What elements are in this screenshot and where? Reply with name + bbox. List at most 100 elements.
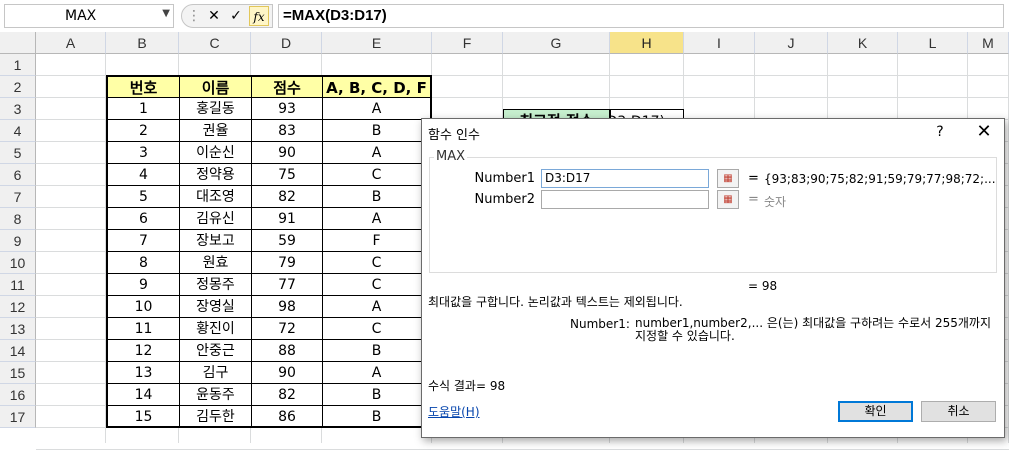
- row-header-6[interactable]: 6: [0, 164, 36, 186]
- table-cell-grade[interactable]: B: [322, 384, 432, 406]
- row-header-11[interactable]: 11: [0, 274, 36, 296]
- row-header-1[interactable]: 1: [0, 54, 36, 76]
- table-cell-score[interactable]: 88: [251, 340, 322, 362]
- table-cell-name[interactable]: 윤동주: [179, 384, 251, 406]
- table-cell-name[interactable]: 홍길동: [179, 98, 251, 120]
- table-cell-name[interactable]: 장영실: [179, 296, 251, 318]
- chevron-down-icon[interactable]: ▼: [162, 8, 170, 19]
- table-cell-score[interactable]: 98: [251, 296, 322, 318]
- table-cell-name[interactable]: 김구: [179, 362, 251, 384]
- table-cell-score[interactable]: 93: [251, 98, 322, 120]
- help-link[interactable]: 도움말(H): [428, 403, 480, 420]
- table-cell-grade[interactable]: A: [322, 98, 432, 120]
- table-cell-number[interactable]: 15: [106, 406, 179, 428]
- table-cell-grade[interactable]: B: [322, 120, 432, 142]
- row-header-10[interactable]: 10: [0, 252, 36, 274]
- table-cell-score[interactable]: 90: [251, 362, 322, 384]
- formula-input[interactable]: =MAX(D3:D17): [278, 4, 1004, 28]
- table-cell-number[interactable]: 10: [106, 296, 179, 318]
- table-cell-name[interactable]: 정몽주: [179, 274, 251, 296]
- column-header-f[interactable]: F: [432, 32, 503, 54]
- table-cell-grade[interactable]: B: [322, 340, 432, 362]
- table-cell-name[interactable]: 이순신: [179, 142, 251, 164]
- table-cell-number[interactable]: 2: [106, 120, 179, 142]
- table-cell-score[interactable]: 79: [251, 252, 322, 274]
- row-header-12[interactable]: 12: [0, 296, 36, 318]
- table-cell-name[interactable]: 대조영: [179, 186, 251, 208]
- column-header-j[interactable]: J: [755, 32, 828, 54]
- table-cell-number[interactable]: 3: [106, 142, 179, 164]
- table-cell-grade[interactable]: B: [322, 406, 432, 428]
- table-cell-number[interactable]: 5: [106, 186, 179, 208]
- column-header-b[interactable]: B: [106, 32, 179, 54]
- table-cell-grade[interactable]: F: [322, 230, 432, 252]
- table-cell-number[interactable]: 9: [106, 274, 179, 296]
- table-cell-number[interactable]: 12: [106, 340, 179, 362]
- table-cell-grade[interactable]: A: [322, 208, 432, 230]
- table-cell-score[interactable]: 72: [251, 318, 322, 340]
- table-cell-number[interactable]: 14: [106, 384, 179, 406]
- column-header-m[interactable]: M: [968, 32, 1009, 54]
- row-header-5[interactable]: 5: [0, 142, 36, 164]
- table-cell-score[interactable]: 91: [251, 208, 322, 230]
- ok-button[interactable]: 확인: [838, 401, 913, 422]
- table-cell-score[interactable]: 83: [251, 120, 322, 142]
- table-cell-score[interactable]: 75: [251, 164, 322, 186]
- table-cell-score[interactable]: 90: [251, 142, 322, 164]
- table-cell-grade[interactable]: C: [322, 318, 432, 340]
- table-cell-number[interactable]: 11: [106, 318, 179, 340]
- cancel-icon[interactable]: ✕: [204, 6, 224, 26]
- select-all-corner[interactable]: [0, 32, 36, 54]
- table-cell-number[interactable]: 1: [106, 98, 179, 120]
- cancel-button[interactable]: 취소: [921, 401, 996, 422]
- close-icon[interactable]: ✕: [970, 121, 998, 143]
- row-header-7[interactable]: 7: [0, 186, 36, 208]
- table-cell-grade[interactable]: C: [322, 274, 432, 296]
- insert-function-icon[interactable]: fx: [249, 6, 269, 26]
- table-cell-grade[interactable]: A: [322, 142, 432, 164]
- row-header-17[interactable]: 17: [0, 406, 36, 428]
- table-cell-number[interactable]: 4: [106, 164, 179, 186]
- table-cell-score[interactable]: 86: [251, 406, 322, 428]
- column-header-h[interactable]: H: [610, 32, 684, 54]
- number2-input[interactable]: [541, 190, 709, 209]
- collapse-dialog-icon[interactable]: ▦: [717, 190, 739, 209]
- table-cell-grade[interactable]: C: [322, 252, 432, 274]
- table-cell-name[interactable]: 김유신: [179, 208, 251, 230]
- table-cell-grade[interactable]: B: [322, 186, 432, 208]
- row-header-16[interactable]: 16: [0, 384, 36, 406]
- table-header-name[interactable]: 이름: [179, 75, 251, 98]
- table-cell-name[interactable]: 황진이: [179, 318, 251, 340]
- table-cell-name[interactable]: 장보고: [179, 230, 251, 252]
- column-header-g[interactable]: G: [503, 32, 610, 54]
- table-cell-number[interactable]: 7: [106, 230, 179, 252]
- column-header-e[interactable]: E: [322, 32, 432, 54]
- table-cell-score[interactable]: 59: [251, 230, 322, 252]
- table-cell-grade[interactable]: A: [322, 362, 432, 384]
- row-header-14[interactable]: 14: [0, 340, 36, 362]
- help-icon[interactable]: ?: [930, 121, 950, 143]
- table-cell-score[interactable]: 82: [251, 186, 322, 208]
- row-header-4[interactable]: 4: [0, 120, 36, 142]
- column-header-a[interactable]: A: [36, 32, 106, 54]
- table-cell-score[interactable]: 82: [251, 384, 322, 406]
- table-cell-number[interactable]: 6: [106, 208, 179, 230]
- table-header-score[interactable]: 점수: [251, 75, 322, 98]
- table-cell-grade[interactable]: C: [322, 164, 432, 186]
- column-header-i[interactable]: I: [684, 32, 755, 54]
- table-cell-score[interactable]: 77: [251, 274, 322, 296]
- table-cell-name[interactable]: 안중근: [179, 340, 251, 362]
- row-header-2[interactable]: 2: [0, 76, 36, 98]
- table-cell-name[interactable]: 정약용: [179, 164, 251, 186]
- table-cell-number[interactable]: 13: [106, 362, 179, 384]
- table-header-grade[interactable]: A, B, C, D, F: [322, 75, 432, 98]
- table-cell-name[interactable]: 원효: [179, 252, 251, 274]
- row-header-15[interactable]: 15: [0, 362, 36, 384]
- table-cell-grade[interactable]: A: [322, 296, 432, 318]
- column-header-c[interactable]: C: [179, 32, 251, 54]
- enter-icon[interactable]: ✓: [226, 6, 246, 26]
- number1-input[interactable]: D3:D17: [541, 169, 709, 188]
- table-cell-name[interactable]: 김두한: [179, 406, 251, 428]
- collapse-dialog-icon[interactable]: ▦: [717, 169, 739, 188]
- row-header-13[interactable]: 13: [0, 318, 36, 340]
